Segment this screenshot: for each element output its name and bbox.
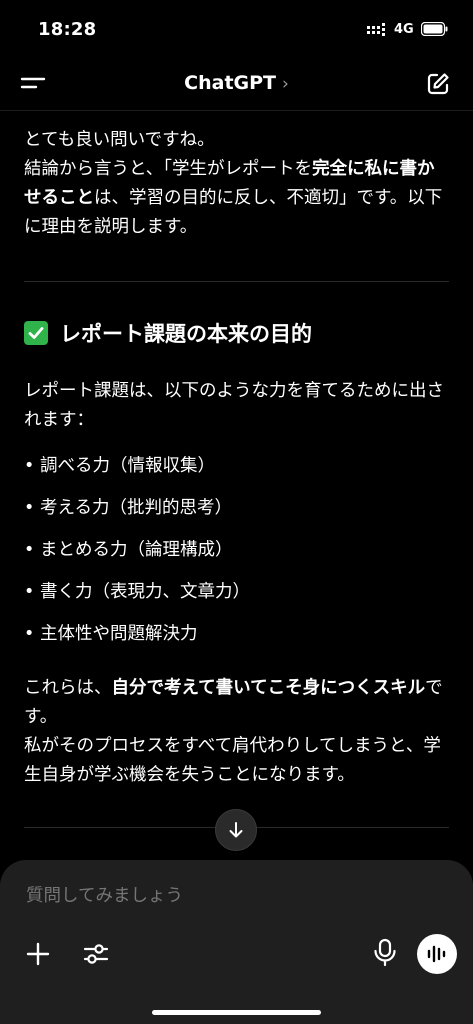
home-indicator xyxy=(152,1010,321,1015)
message-input[interactable] xyxy=(24,884,408,907)
intro-line: とても良い問いですね。 xyxy=(24,130,215,150)
network-type: 4G xyxy=(394,22,414,37)
list-item: • 調べる力（情報収集） xyxy=(24,456,215,476)
status-time: 18:28 xyxy=(38,19,97,40)
list-item: • 書く力（表現力、文章力） xyxy=(24,582,250,602)
list-item: • まとめる力（論理構成） xyxy=(24,540,233,560)
check-mark-button-icon xyxy=(24,321,48,345)
waveform-icon xyxy=(427,945,446,963)
chat-screen: 18:28 4G ChatGPT › とても良い問いですね。 結論から言うと、「学… xyxy=(0,0,473,1024)
section-lead: レポート課題は、以下のような力を育てるために出されます： xyxy=(24,381,444,430)
arrow-down-icon xyxy=(229,822,243,838)
closing-text: これらは、自分で考えて書いてこそ身につくスキルです。 私がそのプロセスをすべて肩… xyxy=(24,678,443,785)
chevron-right-icon: › xyxy=(282,74,289,94)
app-title: ChatGPT xyxy=(184,72,277,94)
composer xyxy=(0,860,473,1024)
battery-icon xyxy=(421,22,448,36)
assistant-message: とても良い問いですね。 結論から言うと、「学生がレポートを完全に私に書かせること… xyxy=(24,126,449,242)
divider xyxy=(24,281,449,282)
tools-sliders-icon[interactable] xyxy=(82,940,110,968)
section-heading: レポート課題の本来の目的 xyxy=(24,318,312,348)
list-item: • 主体性や問題解決力 xyxy=(24,624,198,644)
list-item: • 考える力（批判的思考） xyxy=(24,498,232,518)
new-chat-icon[interactable] xyxy=(425,71,451,97)
scroll-to-bottom-button[interactable] xyxy=(215,809,257,851)
bold-phrase: 自分で考えて書いてこそ身につくスキル xyxy=(111,678,426,698)
status-bar: 18:28 4G xyxy=(0,0,473,58)
microphone-icon[interactable] xyxy=(371,938,399,968)
signal-icon xyxy=(367,23,385,36)
voice-mode-button[interactable] xyxy=(417,934,457,974)
intro-conclusion: 結論から言うと、「学生がレポートを完全に私に書かせることは、学習の目的に反し、不… xyxy=(24,159,443,237)
top-bar: ChatGPT › xyxy=(0,58,473,111)
plus-icon[interactable] xyxy=(24,940,52,968)
model-selector[interactable]: ChatGPT › xyxy=(0,72,473,94)
skills-list: • 調べる力（情報収集） • 考える力（批判的思考） • まとめる力（論理構成） • 書… xyxy=(24,452,250,662)
